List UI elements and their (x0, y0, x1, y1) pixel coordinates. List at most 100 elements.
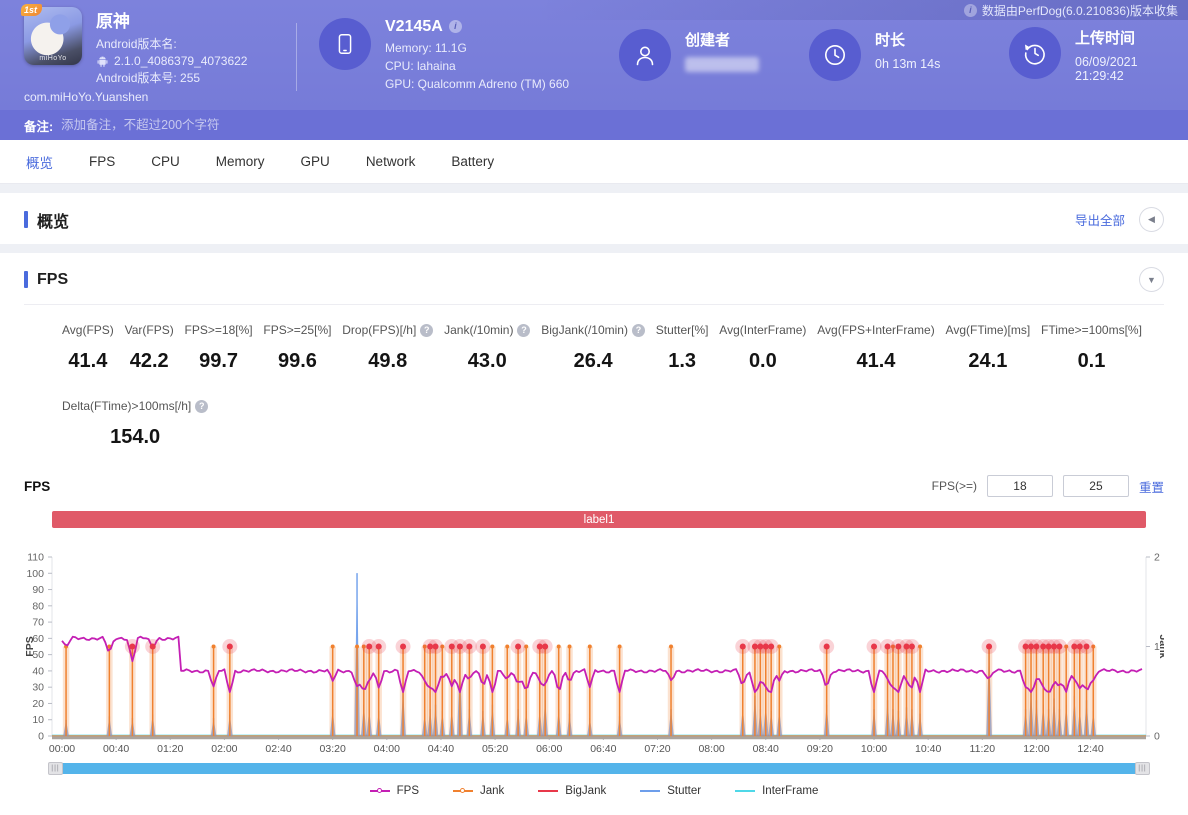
stat-label: Avg(FTime)[ms] (946, 323, 1031, 337)
legend-swatch (640, 790, 660, 792)
chart-label-banner[interactable]: label1 (52, 511, 1146, 528)
clock-icon (809, 29, 861, 81)
svg-text:Jank: Jank (1157, 635, 1164, 659)
scrollbar-handle-right[interactable]: ||| (1135, 762, 1150, 775)
fps-threshold-input-2[interactable] (1063, 475, 1129, 497)
legend-item-InterFrame[interactable]: InterFrame (735, 785, 818, 797)
stat-label: Avg(FPS) (62, 323, 114, 337)
tab-Battery[interactable]: Battery (451, 154, 494, 169)
legend-swatch (538, 790, 558, 792)
android-icon (96, 55, 109, 68)
tab-Network[interactable]: Network (366, 154, 416, 169)
fps-section-title: FPS (24, 271, 68, 289)
tab-Memory[interactable]: Memory (216, 154, 265, 169)
stat-value: 41.4 (62, 350, 114, 373)
tab-FPS[interactable]: FPS (89, 154, 115, 169)
stat-Var(FPS): Var(FPS) 42.2 (125, 323, 174, 373)
scrollbar-handle-left[interactable]: ||| (48, 762, 63, 775)
app-package: com.miHoYo.Yuanshen (24, 90, 247, 104)
chevron-down-icon: ▼ (1147, 275, 1156, 285)
stat-value: 99.6 (263, 350, 331, 373)
export-all-link[interactable]: 导出全部 (1075, 210, 1125, 229)
upload-info: 上传时间 06/09/2021 21:29:42 (1009, 27, 1164, 83)
svg-text:00:40: 00:40 (103, 743, 129, 755)
scrollbar-track[interactable] (50, 763, 1148, 774)
fps-stats-row: Avg(FPS)41.4Var(FPS)42.2FPS>=18[%]99.7FP… (62, 323, 1142, 373)
history-clock-icon (1009, 27, 1061, 79)
legend-label: Jank (480, 785, 504, 797)
remark-input[interactable] (61, 118, 661, 132)
collapse-down-button[interactable]: ▼ (1139, 267, 1164, 292)
remark-label: 备注: (24, 116, 53, 135)
help-icon[interactable]: ? (195, 400, 208, 413)
header: i 数据由PerfDog(6.0.210836)版本收集 1st miHoYo … (0, 0, 1188, 110)
fps-stats-row2: Delta(FTime)>100ms[/h]?154.0 (62, 399, 1142, 449)
stat-BigJank(/10min): BigJank(/10min)?26.4 (541, 323, 645, 373)
legend-item-Stutter[interactable]: Stutter (640, 785, 701, 797)
overview-title: 概览 (24, 208, 69, 232)
fps-threshold-input-1[interactable] (987, 475, 1053, 497)
device-gpu: GPU: Qualcomm Adreno (TM) 660 (385, 75, 569, 93)
tab-CPU[interactable]: CPU (151, 154, 180, 169)
stat-label: Avg(InterFrame) (719, 323, 806, 337)
svg-text:40: 40 (32, 665, 44, 677)
overview-card: 概览 导出全部 ◀ (0, 193, 1188, 244)
svg-text:02:00: 02:00 (211, 743, 237, 755)
device-info-icon[interactable]: i (449, 20, 462, 33)
stat-Delta(FTime)>100ms[/h]: Delta(FTime)>100ms[/h]?154.0 (62, 399, 208, 449)
legend-item-Jank[interactable]: Jank (453, 785, 504, 797)
svg-text:05:20: 05:20 (482, 743, 508, 755)
title-accent-bar (24, 211, 28, 228)
help-icon[interactable]: ? (517, 324, 530, 337)
stat-FPS>=18[%]: FPS>=18[%]99.7 (185, 323, 253, 373)
stat-label: Jank(/10min) (444, 323, 513, 337)
stat-FTime>=100ms[%]: FTime>=100ms[%]0.1 (1041, 323, 1142, 373)
duration-info: 时长 0h 13m 14s (809, 29, 1009, 81)
header-divider (296, 23, 297, 91)
help-icon[interactable]: ? (632, 324, 645, 337)
fps-threshold-filter: FPS(>=) 重置 (932, 475, 1164, 497)
collapse-left-button[interactable]: ◀ (1139, 207, 1164, 232)
svg-text:11:20: 11:20 (970, 743, 996, 755)
svg-text:100: 100 (26, 568, 44, 580)
chart-title: FPS (24, 479, 50, 494)
app-version-code: Android版本号: 255 (96, 70, 247, 87)
svg-text:70: 70 (32, 617, 44, 629)
svg-text:08:00: 08:00 (698, 743, 724, 755)
stat-label: Var(FPS) (125, 323, 174, 337)
stat-value: 154.0 (62, 426, 208, 449)
stat-label: BigJank(/10min) (541, 323, 628, 337)
svg-text:09:20: 09:20 (807, 743, 833, 755)
stat-label: Stutter[%] (656, 323, 709, 337)
tab-GPU[interactable]: GPU (301, 154, 330, 169)
svg-text:30: 30 (32, 682, 44, 694)
stat-label: Avg(FPS+InterFrame) (817, 323, 934, 337)
tab-概览[interactable]: 概览 (26, 152, 53, 172)
divider (24, 304, 1164, 305)
legend-label: FPS (397, 785, 419, 797)
fps-card: FPS ▼ Avg(FPS) 41.4 Var(FPS) 42.2 FPS>=18[%]… (0, 253, 1188, 815)
chart-legend: FPS Jank BigJank Stutter InterFrame (24, 785, 1164, 797)
legend-swatch (370, 790, 390, 792)
stat-value: 42.2 (125, 350, 174, 373)
stat-Stutter[%]: Stutter[%]1.3 (656, 323, 709, 373)
fps-chart: 0102030405060708090100110FPS012Jank00:00… (24, 544, 1164, 756)
svg-text:00:00: 00:00 (49, 743, 75, 755)
reset-link[interactable]: 重置 (1139, 477, 1164, 496)
app-info: 1st miHoYo 原神 Android版本名: 2.1.0_4086379_… (24, 7, 292, 104)
creator-label: 创建者 (685, 29, 759, 50)
svg-text:07:20: 07:20 (644, 743, 670, 755)
chart-scrollbar: ||| ||| (50, 762, 1148, 775)
svg-text:02:40: 02:40 (265, 743, 291, 755)
stat-value: 24.1 (946, 350, 1031, 373)
collect-info: i 数据由PerfDog(6.0.210836)版本收集 (535, 0, 1188, 20)
person-icon (619, 29, 671, 81)
upload-value: 06/09/2021 21:29:42 (1075, 55, 1164, 83)
upload-label: 上传时间 (1075, 27, 1164, 48)
stat-label: Drop(FPS)[/h] (342, 323, 416, 337)
help-icon[interactable]: ? (420, 324, 433, 337)
legend-item-FPS[interactable]: FPS (370, 785, 419, 797)
legend-item-BigJank[interactable]: BigJank (538, 785, 606, 797)
svg-text:04:40: 04:40 (428, 743, 454, 755)
svg-text:06:40: 06:40 (590, 743, 616, 755)
